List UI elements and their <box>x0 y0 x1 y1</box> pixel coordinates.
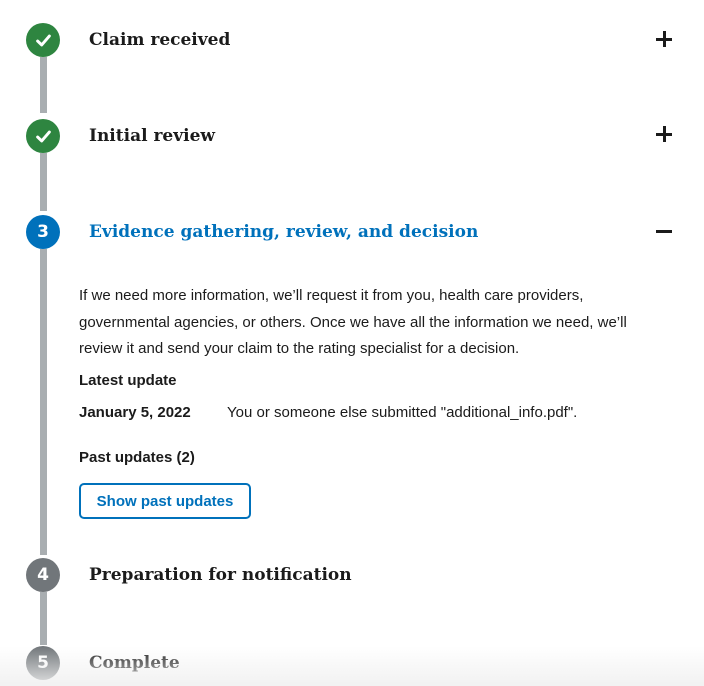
update-date: January 5, 2022 <box>79 404 191 421</box>
step-number-indicator: 5 <box>26 646 60 680</box>
step-number-indicator: 3 <box>26 215 60 249</box>
progress-rail <box>40 57 47 113</box>
progress-rail <box>40 592 47 645</box>
checkmark-icon <box>35 34 51 46</box>
step-number-indicator: 4 <box>26 558 60 592</box>
step-title: Claim received <box>89 30 231 50</box>
latest-update-heading: Latest update <box>79 372 177 389</box>
update-text: You or someone else submitted "additiona… <box>227 404 578 421</box>
minus-icon <box>656 229 672 233</box>
past-updates-heading: Past updates (2) <box>79 449 195 466</box>
step-title: Complete <box>89 653 180 673</box>
expand-step-button[interactable] <box>652 122 676 146</box>
checkmark-icon <box>35 130 51 142</box>
plus-icon-stem <box>662 31 666 47</box>
step-description: If we need more information, we’ll reque… <box>79 287 627 357</box>
step-1-complete-indicator <box>26 23 60 57</box>
step-title: Evidence gathering, review, and decision <box>89 222 479 242</box>
progress-rail <box>40 249 47 555</box>
step-title: Initial review <box>89 126 216 146</box>
progress-rail <box>40 153 47 211</box>
step-title: Preparation for notification <box>89 565 352 585</box>
step-2-complete-indicator <box>26 119 60 153</box>
show-past-updates-button[interactable]: Show past updates <box>79 483 251 519</box>
plus-icon-stem <box>662 126 666 142</box>
expand-step-button[interactable] <box>652 27 676 51</box>
collapse-step-button[interactable] <box>652 219 676 243</box>
